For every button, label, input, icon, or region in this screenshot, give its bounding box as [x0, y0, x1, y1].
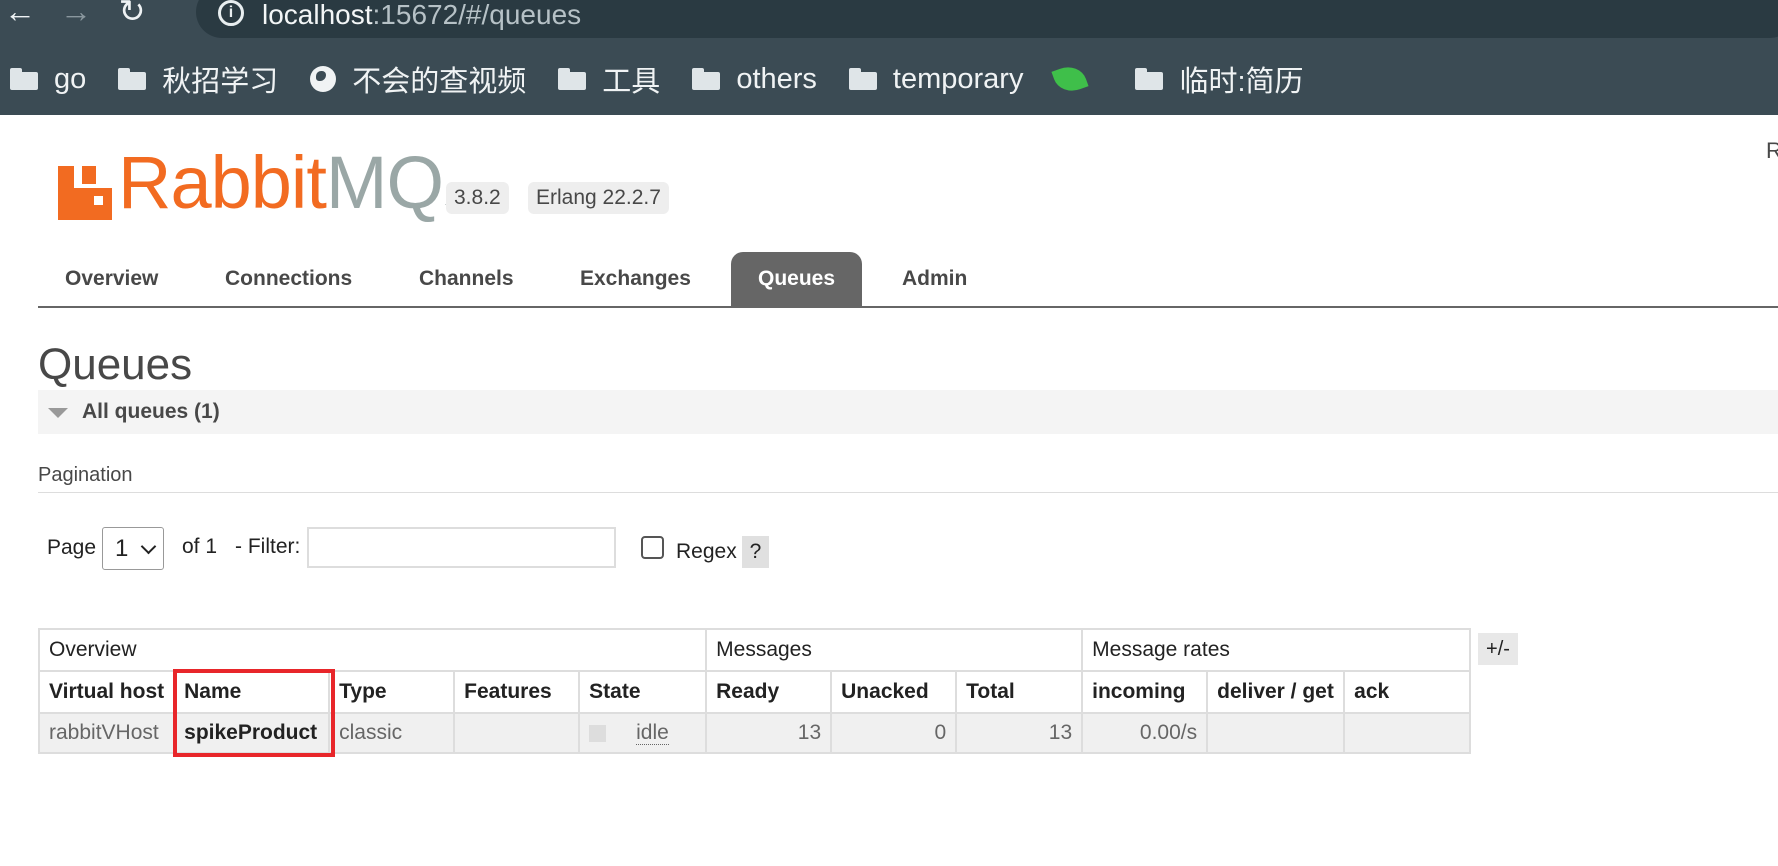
table-group-header-row: Overview Messages Message rates — [37, 628, 1472, 672]
group-message-rates: Message rates — [1081, 628, 1472, 672]
browser-chrome: ← → ↻ i localhost:15672/#/queues go 秋招学习… — [0, 0, 1778, 115]
col-incoming[interactable]: incoming — [1081, 670, 1209, 714]
col-type[interactable]: Type — [328, 670, 456, 714]
col-total[interactable]: Total — [955, 670, 1084, 714]
logo-text-mq: MQ — [325, 141, 444, 224]
folder-icon — [118, 68, 147, 90]
tab-exchanges[interactable]: Exchanges — [553, 252, 718, 306]
regex-label: Regex — [676, 540, 737, 563]
back-arrow-icon[interactable]: ← — [0, 0, 40, 28]
bookmark-label: temporary — [892, 62, 1024, 95]
bookmark-go[interactable]: go — [10, 63, 86, 96]
col-ack[interactable]: ack — [1343, 670, 1472, 714]
url-host: localhost — [262, 0, 373, 30]
cell-deliver-get — [1206, 712, 1346, 754]
folder-icon — [10, 68, 38, 90]
columns-toggle-button[interactable]: +/- — [1478, 633, 1518, 665]
folder-icon — [1135, 68, 1164, 90]
col-deliver-get[interactable]: deliver / get — [1206, 670, 1346, 714]
reload-icon[interactable]: ↻ — [112, 0, 152, 28]
url-text[interactable]: localhost:15672/#/queues — [262, 0, 581, 31]
regex-help-button[interactable]: ? — [742, 536, 769, 568]
bookmark-label: go — [54, 62, 87, 95]
regex-checkbox[interactable] — [641, 536, 664, 559]
bookmark-label: others — [736, 62, 817, 95]
page-count-label: of 1 — [182, 535, 218, 558]
rabbitmq-logo-icon — [58, 158, 112, 220]
forward-arrow-icon[interactable]: → — [56, 0, 96, 28]
table-header-row: Virtual host Name Type Features State Re… — [37, 670, 1472, 714]
bookmark-label: 临时:简历 — [1179, 66, 1304, 98]
cell-state: idle — [578, 712, 708, 754]
cell-unacked: 0 — [830, 712, 958, 754]
page-title: Queues — [38, 340, 193, 389]
cell-ready: 13 — [705, 712, 833, 754]
col-unacked[interactable]: Unacked — [830, 670, 958, 714]
cell-incoming: 0.00/s — [1081, 712, 1209, 754]
globe-icon — [310, 66, 337, 92]
bookmark-temporary[interactable]: temporary — [848, 62, 1024, 96]
pagination-label: Pagination — [38, 464, 133, 486]
state-indicator-icon — [589, 724, 607, 742]
bookmark-video[interactable]: 不会的查视频 — [310, 58, 526, 100]
all-queues-section-toggle[interactable]: All queues (1) — [38, 390, 1778, 434]
bookmark-qiuzhao[interactable]: 秋招学习 — [118, 58, 278, 100]
tab-queues[interactable]: Queues — [731, 252, 863, 306]
page-select-value: 1 — [115, 535, 129, 562]
bookmark-leaf[interactable] — [1051, 61, 1103, 97]
section-label: All queues (1) — [82, 400, 220, 423]
filter-input[interactable] — [307, 527, 616, 568]
chevron-down-icon — [140, 538, 157, 555]
filter-label: - Filter: — [235, 535, 301, 558]
table-row[interactable]: rabbitVHost spikeProduct classic idle 13… — [37, 712, 1472, 754]
bookmark-resume[interactable]: 临时:简历 — [1135, 58, 1304, 100]
bookmark-label: 秋招学习 — [162, 66, 279, 98]
collapse-triangle-icon — [48, 408, 68, 418]
folder-icon — [558, 68, 587, 90]
state-text: idle — [636, 721, 669, 745]
leaf-icon — [1051, 61, 1090, 97]
divider — [38, 492, 1778, 493]
tab-admin[interactable]: Admin — [875, 252, 994, 306]
queues-table: Overview Messages Message rates Virtual … — [37, 628, 1472, 754]
bookmark-others[interactable]: others — [692, 63, 817, 96]
col-virtual-host[interactable]: Virtual host — [37, 670, 176, 714]
logo-text-rabbit: Rabbit — [118, 141, 327, 224]
col-features: Features — [453, 670, 581, 714]
cell-ack — [1343, 712, 1472, 754]
bookmark-tools[interactable]: 工具 — [558, 58, 660, 100]
col-ready[interactable]: Ready — [705, 670, 833, 714]
cell-total: 13 — [955, 712, 1084, 754]
tab-overview[interactable]: Overview — [38, 252, 185, 306]
info-icon[interactable]: i — [218, 0, 244, 26]
group-overview: Overview — [37, 628, 708, 672]
tab-connections[interactable]: Connections — [198, 252, 379, 306]
folder-icon — [848, 68, 877, 90]
header-right-text: R — [1766, 138, 1778, 163]
folder-icon — [692, 68, 721, 90]
cell-type: classic — [328, 712, 456, 754]
url-path: :15672/#/queues — [372, 0, 582, 30]
rabbitmq-logo[interactable]: Rabbit MQ TM — [58, 140, 460, 220]
cell-features — [453, 712, 581, 754]
bookmark-label: 不会的查视频 — [352, 66, 527, 98]
bookmarks-bar: go 秋招学习 不会的查视频 工具 others temporary 临时:简历 — [0, 56, 1326, 102]
page-label: Page — [47, 536, 97, 559]
erlang-badge: Erlang 22.2.7 — [528, 182, 669, 214]
page-select[interactable]: 1 — [102, 527, 164, 570]
cell-vhost: rabbitVHost — [37, 712, 176, 754]
col-name[interactable]: Name — [173, 670, 331, 714]
bookmark-label: 工具 — [602, 66, 661, 98]
address-bar[interactable]: i localhost:15672/#/queues — [196, 0, 1778, 38]
version-badge: 3.8.2 — [446, 182, 509, 214]
cell-queue-name-link[interactable]: spikeProduct — [173, 712, 331, 754]
tab-channels[interactable]: Channels — [392, 252, 541, 306]
group-messages: Messages — [705, 628, 1084, 672]
col-state[interactable]: State — [578, 670, 708, 714]
main-tabs: Overview Connections Channels Exchanges … — [38, 252, 1778, 308]
